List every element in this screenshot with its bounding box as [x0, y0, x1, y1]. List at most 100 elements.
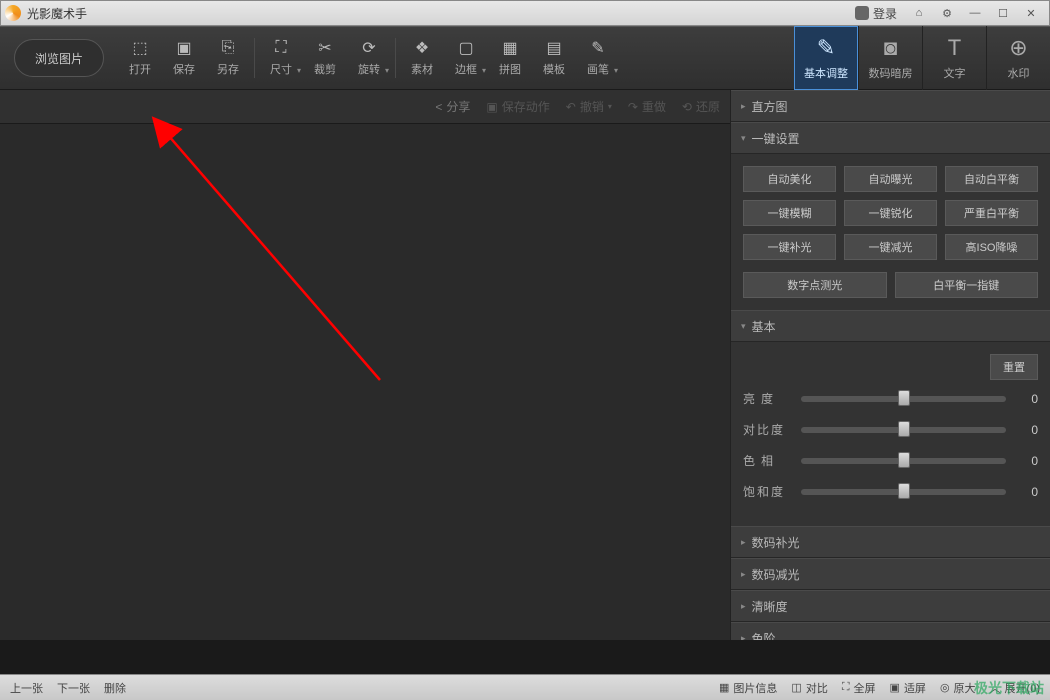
section-clarity[interactable]: ▸ 清晰度: [731, 590, 1050, 622]
btn-expand-label: 展开(0): [1005, 680, 1040, 696]
canvas-area[interactable]: < 分享 ▣ 保存动作 ↶ 撤销 ▾ ↷ 重做 ⟲ 还原: [0, 90, 730, 640]
btn-image-info-label: 图片信息: [733, 680, 777, 696]
slider-thumb[interactable]: [898, 421, 910, 437]
tool-rotate-label: 旋转: [358, 61, 380, 77]
watermark-icon: ⊕: [1009, 35, 1027, 61]
minimize-button[interactable]: —: [961, 3, 989, 23]
tool-brush[interactable]: ✎ 画笔: [576, 39, 620, 77]
tool-collage-label: 拼图: [499, 61, 521, 77]
section-histogram-label: 直方图: [752, 98, 788, 115]
slider-thumb[interactable]: [898, 452, 910, 468]
material-icon: ❖: [413, 39, 431, 57]
slider-hue-track[interactable]: [801, 458, 1006, 464]
btn-next[interactable]: 下一张: [57, 680, 90, 696]
tool-open[interactable]: ⬚ 打开: [118, 39, 162, 77]
btn-auto-beautify[interactable]: 自动美化: [743, 166, 836, 192]
tool-size[interactable]: ⛶ 尺寸: [259, 39, 303, 77]
mode-tabs: ✎ 基本调整 ◙ 数码暗房 T 文字 ⊕ 水印: [794, 26, 1050, 90]
compare-icon: ◫: [791, 681, 801, 694]
slider-thumb[interactable]: [898, 390, 910, 406]
section-oneclick[interactable]: ▾ 一键设置: [731, 122, 1050, 154]
section-levels[interactable]: ▸ 色阶: [731, 622, 1050, 640]
close-button[interactable]: ✕: [1017, 3, 1045, 23]
fullscreen-icon: ⛶: [842, 681, 850, 694]
browse-button[interactable]: 浏览图片: [14, 39, 104, 77]
tab-darkroom[interactable]: ◙ 数码暗房: [858, 26, 922, 90]
slider-contrast-value: 0: [1014, 423, 1038, 437]
btn-wb-onekey[interactable]: 白平衡一指键: [895, 272, 1039, 298]
action-restore[interactable]: ⟲ 还原: [682, 98, 720, 115]
brush-icon: ✎: [589, 39, 607, 57]
section-basic[interactable]: ▾ 基本: [731, 310, 1050, 342]
saveas-icon: ⎘: [219, 39, 237, 57]
slider-thumb[interactable]: [898, 483, 910, 499]
login-area[interactable]: 登录: [855, 5, 897, 22]
btn-prev[interactable]: 上一张: [10, 680, 43, 696]
right-panel: ▸ 直方图 ▾ 一键设置 自动美化 自动曝光 自动白平衡 一键模糊 一键锐化 严…: [730, 90, 1050, 640]
tool-open-label: 打开: [129, 61, 151, 77]
login-label: 登录: [873, 5, 897, 22]
btn-blur[interactable]: 一键模糊: [743, 200, 836, 226]
slider-hue-label: 色相: [743, 452, 793, 469]
share-icon: <: [435, 100, 442, 114]
tab-watermark[interactable]: ⊕ 水印: [986, 26, 1050, 90]
crop-icon: ✂: [316, 39, 334, 57]
save-icon: ▣: [175, 39, 193, 57]
chevron-up-icon: ︿: [990, 680, 1001, 696]
tool-saveas-label: 另存: [217, 61, 239, 77]
btn-auto-exposure[interactable]: 自动曝光: [844, 166, 937, 192]
section-digital-fill[interactable]: ▸ 数码补光: [731, 526, 1050, 558]
slider-hue-value: 0: [1014, 454, 1038, 468]
action-redo[interactable]: ↷ 重做: [628, 98, 666, 115]
slider-saturation-track[interactable]: [801, 489, 1006, 495]
info-icon: ▦: [719, 681, 729, 694]
tool-collage[interactable]: ▦ 拼图: [488, 39, 532, 77]
action-share[interactable]: < 分享: [435, 98, 470, 115]
tab-text[interactable]: T 文字: [922, 26, 986, 90]
save-action-icon: ▣: [486, 100, 497, 114]
btn-expand[interactable]: ︿展开(0): [990, 680, 1040, 696]
redo-icon: ↷: [628, 100, 638, 114]
btn-reduce-light[interactable]: 一键减光: [844, 234, 937, 260]
btn-sharpen[interactable]: 一键锐化: [844, 200, 937, 226]
section-levels-label: 色阶: [752, 630, 776, 641]
maximize-button[interactable]: ☐: [989, 3, 1017, 23]
btn-compare[interactable]: ◫对比: [791, 680, 827, 696]
collage-icon: ▦: [501, 39, 519, 57]
btn-fullscreen[interactable]: ⛶全屏: [842, 680, 876, 696]
tool-crop[interactable]: ✂ 裁剪: [303, 39, 347, 77]
tool-template[interactable]: ▤ 模板: [532, 39, 576, 77]
btn-strong-wb[interactable]: 严重白平衡: [945, 200, 1038, 226]
tool-saveas[interactable]: ⎘ 另存: [206, 39, 250, 77]
slider-contrast-track[interactable]: [801, 427, 1006, 433]
btn-spot-meter[interactable]: 数字点测光: [743, 272, 887, 298]
slider-brightness-track[interactable]: [801, 396, 1006, 402]
tool-material[interactable]: ❖ 素材: [400, 39, 444, 77]
tab-basic-adjust[interactable]: ✎ 基本调整: [794, 26, 858, 90]
btn-delete[interactable]: 删除: [104, 680, 126, 696]
slider-brightness-value: 0: [1014, 392, 1038, 406]
section-histogram[interactable]: ▸ 直方图: [731, 90, 1050, 122]
tool-border[interactable]: ▢ 边框: [444, 39, 488, 77]
btn-auto-wb[interactable]: 自动白平衡: [945, 166, 1038, 192]
btn-high-iso[interactable]: 高ISO降噪: [945, 234, 1038, 260]
app-title: 光影魔术手: [27, 5, 855, 22]
action-undo-label: 撤销: [580, 98, 604, 115]
tool-save[interactable]: ▣ 保存: [162, 39, 206, 77]
slider-brightness: 亮度 0: [743, 390, 1038, 407]
settings-button[interactable]: ⚙: [933, 3, 961, 23]
home-button[interactable]: ⌂: [905, 3, 933, 23]
tool-rotate[interactable]: ⟳ 旋转: [347, 39, 391, 77]
action-undo[interactable]: ↶ 撤销 ▾: [566, 98, 612, 115]
tool-template-label: 模板: [543, 61, 565, 77]
tab-text-label: 文字: [944, 65, 966, 81]
btn-reset[interactable]: 重置: [990, 354, 1038, 380]
btn-image-info[interactable]: ▦ 图片信息: [719, 680, 777, 696]
btn-fill-light[interactable]: 一键补光: [743, 234, 836, 260]
section-oneclick-body: 自动美化 自动曝光 自动白平衡 一键模糊 一键锐化 严重白平衡 一键补光 一键减…: [731, 154, 1050, 310]
tab-basic-adjust-label: 基本调整: [804, 65, 848, 81]
btn-original[interactable]: ◎原大: [940, 680, 976, 696]
btn-fit[interactable]: ▣适屏: [890, 680, 926, 696]
action-save-action[interactable]: ▣ 保存动作: [486, 98, 549, 115]
section-digital-dim[interactable]: ▸ 数码减光: [731, 558, 1050, 590]
